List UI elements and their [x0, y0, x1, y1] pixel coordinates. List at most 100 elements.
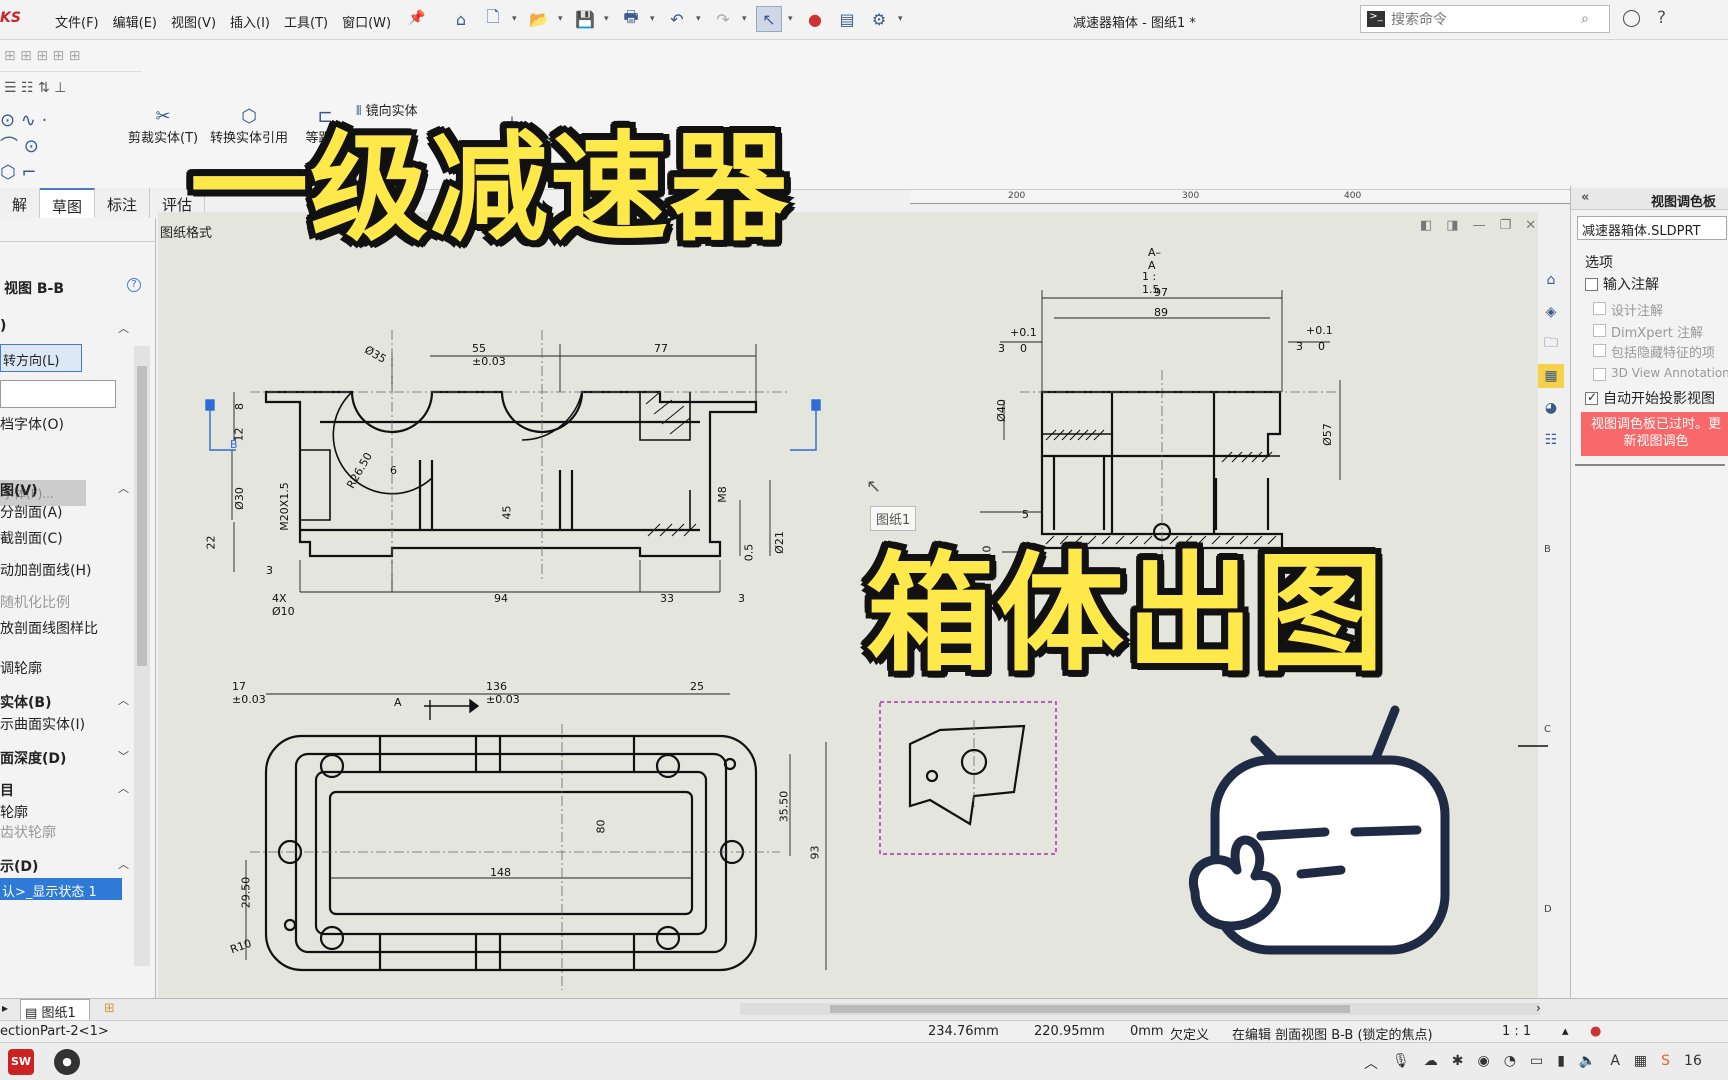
dim-text[interactable]: 0 — [1020, 342, 1027, 355]
dim-text[interactable]: 3 — [266, 564, 273, 577]
horizontal-scrollbar[interactable] — [740, 1003, 1540, 1015]
sheet-tab-bar: ▸ ▤ 图纸1 ⊞ ‹ › — [0, 998, 1728, 1021]
front-view[interactable] — [264, 390, 758, 558]
custom-properties-icon[interactable]: ☷ — [1538, 428, 1564, 452]
task-pane-tabs: ⌂ ◈ 🗀 ▦ ◕ ☷ — [1538, 268, 1568, 452]
dim-text[interactable]: 17 ±0.03 — [232, 680, 266, 706]
design-library-icon[interactable]: ◈ — [1538, 300, 1564, 324]
top-view[interactable] — [264, 734, 758, 972]
dim-text[interactable]: 3 — [1296, 340, 1303, 353]
dim-text[interactable]: 89 — [1154, 306, 1168, 319]
calendar-icon[interactable]: ▦ — [1634, 1053, 1647, 1073]
dim-text[interactable]: 6 — [390, 464, 397, 477]
recorder-taskbar-icon[interactable]: ● — [54, 1049, 80, 1075]
detail-view[interactable] — [879, 701, 1057, 855]
dim-text[interactable]: M20X1.5 — [278, 482, 291, 531]
model-file-select[interactable]: 减速器箱体.SLDPRT — [1577, 216, 1727, 240]
wifi-icon[interactable]: ◔ — [1504, 1053, 1516, 1073]
clock-time[interactable]: 16 — [1684, 1053, 1702, 1073]
palette-outdated-warning[interactable]: 视图调色板已过时。更新视图调色 — [1581, 412, 1728, 456]
sheet-tab[interactable]: ▤ 图纸1 — [20, 999, 90, 1021]
dim-text[interactable]: Ø57 — [1321, 423, 1334, 446]
monitor-icon[interactable]: ▭ — [1530, 1053, 1543, 1073]
dim-text[interactable]: Ø21 — [773, 531, 786, 554]
sogou-icon[interactable]: S — [1661, 1053, 1670, 1073]
dim-text[interactable]: 55 ±0.03 — [472, 342, 506, 368]
dim-text[interactable]: 3 — [738, 592, 745, 605]
dim-text[interactable]: +0.1 — [1010, 326, 1037, 339]
scroll-right-icon[interactable]: › — [1536, 1001, 1541, 1015]
ime-icon[interactable]: A — [1610, 1053, 1620, 1073]
dimxpert-label: DimXpert 注解 — [1611, 326, 1704, 341]
status-editing: 在编辑 剖面视图 B-B (锁定的焦点) — [1232, 1028, 1433, 1043]
dim-text[interactable]: 148 — [490, 866, 511, 879]
solidworks-taskbar-icon[interactable]: SW — [8, 1049, 34, 1075]
dim-text[interactable]: Ø40 — [995, 399, 1008, 422]
dim-text[interactable]: 94 — [494, 592, 508, 605]
status-scale[interactable]: 1 : 1 — [1502, 1024, 1531, 1039]
view-palette-icon[interactable]: ▦ — [1538, 364, 1564, 388]
nav-arrow-icon[interactable]: ▸ — [2, 1001, 8, 1015]
chevron-up-icon[interactable]: ▴ — [1562, 1024, 1569, 1039]
cloud-icon[interactable]: ☁ — [1424, 1053, 1438, 1073]
status-definition: 欠定义 — [1170, 1028, 1210, 1043]
border-letter-d: D — [1544, 904, 1552, 915]
dim-text[interactable]: M8 — [716, 486, 729, 503]
dim-text[interactable]: 0 — [1318, 340, 1325, 353]
dim-text[interactable]: 29.50 — [239, 877, 252, 909]
add-sheet-icon[interactable]: ⊞ — [104, 1001, 115, 1016]
section-title[interactable]: A–A — [1148, 246, 1161, 272]
section-line-markers[interactable] — [205, 399, 821, 720]
dim-text[interactable]: 0.5 — [742, 544, 755, 562]
dim-text[interactable]: 5 — [1022, 508, 1029, 521]
mascot-sticker — [1188, 705, 1450, 955]
3d-view-annotations-checkbox — [1593, 368, 1606, 381]
rebuild-indicator-icon[interactable]: ● — [1590, 1024, 1601, 1039]
view-palette-title: 视图调色板 — [1651, 195, 1717, 210]
dim-text[interactable]: 25 — [690, 680, 704, 693]
battery-icon[interactable]: ▮ — [1557, 1053, 1565, 1073]
section-hatching — [645, 391, 1277, 545]
dim-text[interactable]: 4X Ø10 — [272, 592, 295, 618]
dim-text[interactable]: 77 — [654, 342, 668, 355]
hidden-features-checkbox — [1593, 344, 1606, 357]
home-icon[interactable]: ⌂ — [1538, 268, 1564, 292]
options-label: 选项 — [1585, 255, 1613, 271]
dim-text[interactable]: 136 ±0.03 — [486, 680, 520, 706]
dim-text[interactable]: 8 — [233, 403, 246, 410]
panel-splitter[interactable] — [1575, 464, 1725, 468]
auto-start-projected-view-checkbox[interactable] — [1585, 390, 1598, 405]
dim-text[interactable]: 33 — [660, 592, 674, 605]
import-annotations-label: 输入注解 — [1603, 277, 1659, 293]
app-tray-icon[interactable]: ◉ — [1478, 1053, 1490, 1073]
headline-bottom: 箱体出图 — [866, 540, 1387, 689]
windows-taskbar: SW ● ︿ 🎙 ☁ ✱ ◉ ◔ ▭ ▮ 🔈 A ▦ S 16 — [0, 1042, 1728, 1080]
microphone-icon[interactable]: 🎙 — [1392, 1053, 1410, 1073]
appearance-icon[interactable]: ◕ — [1538, 396, 1564, 420]
dim-text[interactable]: 80 — [595, 820, 608, 834]
scrollbar-thumb[interactable] — [830, 1005, 1350, 1013]
view-palette-header: « 视图调色板 — [1571, 188, 1728, 210]
dim-text[interactable]: 93 — [809, 846, 822, 860]
pointer-cursor-icon: ↖ — [866, 476, 882, 497]
chevron-up-icon[interactable]: ︿ — [1364, 1053, 1378, 1073]
design-annotations-label: 设计注解 — [1611, 304, 1664, 319]
dim-text[interactable]: 22 — [205, 536, 218, 550]
import-annotations-checkbox[interactable] — [1585, 278, 1598, 291]
dim-text[interactable]: 35.50 — [777, 791, 790, 823]
view-label-b[interactable]: B — [230, 438, 238, 451]
status-entity: ectionPart-2<1> — [0, 1024, 109, 1039]
volume-icon[interactable]: 🔈 — [1579, 1053, 1596, 1073]
file-explorer-icon[interactable]: 🗀 — [1538, 332, 1564, 356]
dim-text[interactable]: +0.1 — [1306, 324, 1333, 337]
dim-text[interactable]: 3 — [998, 342, 1005, 355]
view-label-a[interactable]: A — [394, 696, 402, 709]
collapse-panel-icon[interactable]: « — [1581, 190, 1589, 205]
sheet-border-letters: B C D — [1544, 460, 1552, 1000]
dim-text[interactable]: 45 — [501, 506, 514, 520]
dim-text[interactable]: 97 — [1154, 286, 1168, 299]
status-y-coord: 220.95mm — [1034, 1024, 1105, 1039]
bluetooth-icon[interactable]: ✱ — [1452, 1053, 1464, 1073]
sheet-icon: ▤ — [25, 1006, 38, 1021]
dim-text[interactable]: Ø30 — [233, 487, 246, 510]
